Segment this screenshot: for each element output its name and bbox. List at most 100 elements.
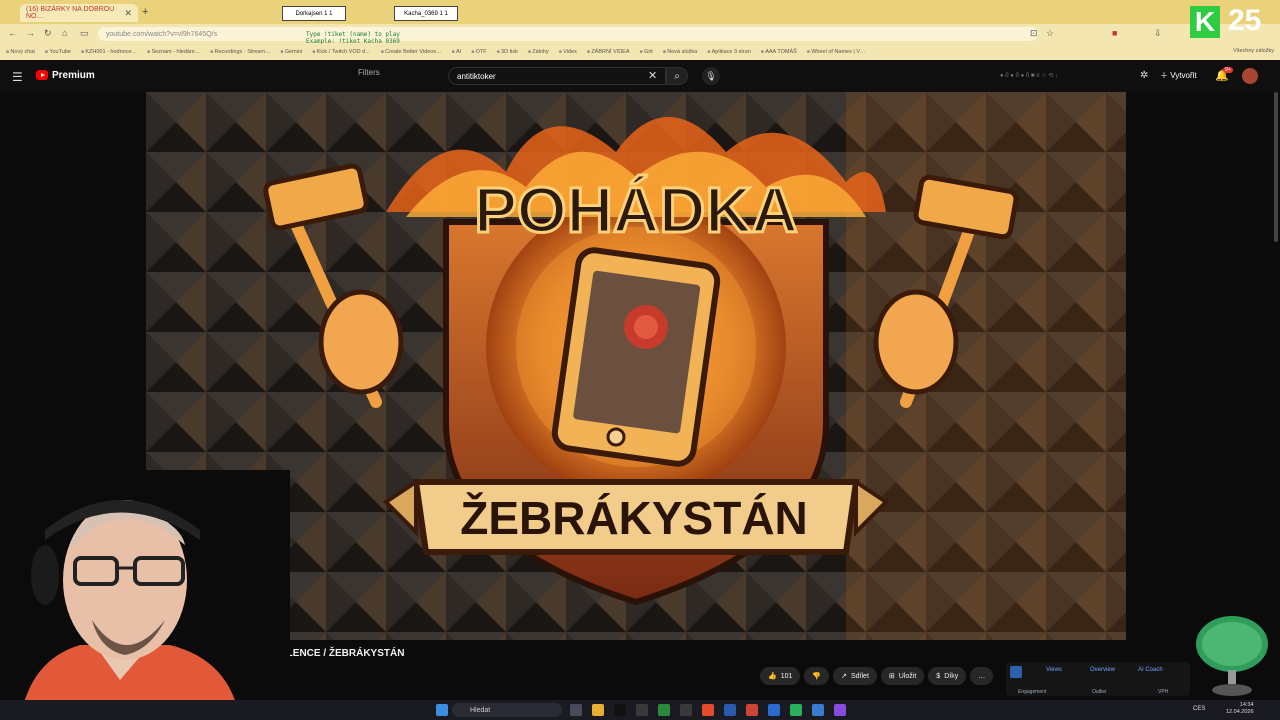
video-thumbnail-art: POHÁDKA ŽEBRÁKYSTÁN [146,92,1126,640]
bookmark-item[interactable]: Wheel of Names | V… [807,49,865,55]
bookmark-item[interactable]: KZH001 - hodnoce… [81,49,137,55]
analytics-tab-ai-coach[interactable]: AI Coach [1138,667,1163,673]
analytics-tab-overview[interactable]: Overview [1090,667,1115,673]
reload-icon[interactable]: ↻ [44,28,52,39]
word-icon[interactable] [768,704,780,716]
close-icon[interactable]: ✕ [648,69,657,82]
more-button[interactable]: … [970,667,994,685]
artwork-banner-text: ŽEBRÁKYSTÁN [460,492,808,544]
thanks-icon: $ [936,672,941,680]
back-icon[interactable]: ← [8,28,17,38]
browser-tab-bar [0,0,1280,24]
analytics-sub-engagement: Engagement [1018,689,1047,695]
gem-tree-decoration [1196,616,1268,696]
app-icon[interactable] [790,704,802,716]
analytics-logo-icon [1010,666,1022,678]
search-input[interactable]: antitiktoker [448,67,666,85]
browser-tab-active[interactable]: (16) BIZÁRKY NA DOBROU NO… ✕ [20,4,138,22]
install-icon[interactable]: ⊡ [1030,28,1038,39]
download-icon[interactable]: ⇩ [1154,28,1162,39]
bookmark-item[interactable]: AAA TOMÁŠ [761,49,797,55]
channel-logo-number: 25 [1228,4,1262,37]
home-icon[interactable]: ⌂ [62,28,67,38]
app-icon[interactable] [724,704,736,716]
extension-icons[interactable]: ● 0 ● 0 ● 0 ■ ≡ ☆ ⟲ ↓ [1000,72,1058,79]
hamburger-icon[interactable]: ☰ [12,70,23,84]
save-button[interactable]: ⊞ Uložit [880,667,925,685]
extension-icon[interactable]: ■ [1112,28,1117,38]
taskbar-clock[interactable]: 14:34 12.04.2026 [1226,702,1254,716]
filters-button[interactable]: Filters [358,68,380,77]
webcam-overlay [0,470,290,720]
language-indicator[interactable]: CES [1193,706,1205,712]
forward-icon[interactable]: → [26,28,35,38]
thanks-button[interactable]: $ Díky [928,667,967,685]
taskbar-search[interactable]: Hledat [452,703,562,717]
obs-icon[interactable] [746,704,758,716]
stream-overlay-text: Type !tiket (name) to play Example: !tik… [306,31,400,45]
save-label: Uložit [898,672,917,680]
app-icon[interactable] [680,704,692,716]
bookmark-item[interactable]: ZÁBRNÍ VIDEA [587,49,629,55]
page-scrollbar[interactable] [1274,92,1278,242]
create-button[interactable]: ＋ Vytvořit [1160,70,1197,81]
analytics-tab-views[interactable]: Views [1046,667,1062,673]
app-icon[interactable] [834,704,846,716]
bookmark-icon: ⊞ [888,673,895,680]
url-field[interactable]: youtube.com/watch?v=vl9h7645Q/s [98,27,1038,41]
all-bookmarks-link[interactable]: Všechny záložky [1233,48,1274,54]
bookmark-item[interactable]: Grit [640,49,653,55]
bookmark-item[interactable]: Videx [559,49,577,55]
youtube-logo-icon[interactable] [36,70,48,80]
search-button[interactable]: ⌕ [666,67,688,85]
close-tab-icon[interactable]: ✕ [124,8,132,19]
avatar[interactable] [1242,68,1258,84]
file-explorer-icon[interactable] [592,704,604,716]
analytics-sub-vph: VPH [1158,689,1169,695]
bookmark-item[interactable]: Gemini [280,49,302,55]
bookmark-item[interactable]: YouTube [45,49,71,55]
tab-search-icon[interactable]: ▭ [80,28,89,39]
bookmark-item[interactable]: OTF [471,49,487,55]
bookmark-item[interactable]: Nová složka [663,49,697,55]
bookmark-item[interactable]: Aplikace 3 stran [707,49,751,55]
clock-date: 12.04.2026 [1226,709,1254,715]
search-icon: ⌕ [674,70,680,82]
youtube-premium-label[interactable]: Premium [52,70,95,81]
xbox-icon[interactable] [658,704,670,716]
bookmark-item[interactable]: Seznam - hledám… [147,49,200,55]
bookmark-item[interactable]: Nový chat [6,49,34,55]
chrome-icon[interactable] [702,704,714,716]
new-tab-button[interactable]: + [142,6,148,18]
bookmark-item[interactable]: 3D tisk [497,49,518,55]
dislike-button[interactable]: 👎 [804,667,830,685]
bookmark-item[interactable]: Recordings - Stream… [210,49,270,55]
app-icon[interactable] [636,704,648,716]
bookmark-item[interactable]: Zálohy [528,49,549,55]
mic-icon: 🎙 [705,70,717,81]
tiktok-icon[interactable] [614,704,626,716]
video-player[interactable]: POHÁDKA ŽEBRÁKYSTÁN [146,92,1126,640]
bookmarks-bar: Nový chat YouTube KZH001 - hodnoce… Sezn… [0,44,1280,60]
bookmark-item[interactable]: Create Better Videos… [381,49,441,55]
like-count: 101 [780,672,793,680]
task-view-icon[interactable] [570,704,582,716]
analytics-sub-outlier: Outlier [1092,689,1107,695]
stream-overlay-player-1: Dorkajsen 1 1 [282,6,346,21]
share-button[interactable]: ↗ Sdílet [833,667,877,685]
extension-gear-icon[interactable]: ✲ [1140,70,1148,81]
mic-button[interactable]: 🎙 [702,67,720,85]
bookmark-item[interactable]: AI [452,49,461,55]
start-icon[interactable] [436,704,448,716]
like-button[interactable]: 👍 101 [760,667,801,685]
stream-overlay-player-2: Kacha_0369 1 1 [394,6,458,21]
app-icon[interactable] [812,704,824,716]
bookmark-item[interactable]: Kick / Twitch VOD d… [312,49,371,55]
bookmark-star-icon[interactable]: ☆ [1046,28,1054,39]
artwork-title-text: POHÁDKA [474,174,798,246]
video-title: NĚ LENCE / ŽEBRÁKYSTÁN [270,648,405,659]
tab-label: (16) BIZÁRKY NA DOBROU NO… [26,6,115,20]
more-icon: … [978,672,986,680]
channel-logo-badge: K [1190,6,1220,38]
video-actions: 👍 101 👎 ↗ Sdílet ⊞ Uložit $ Díky … [760,667,994,685]
